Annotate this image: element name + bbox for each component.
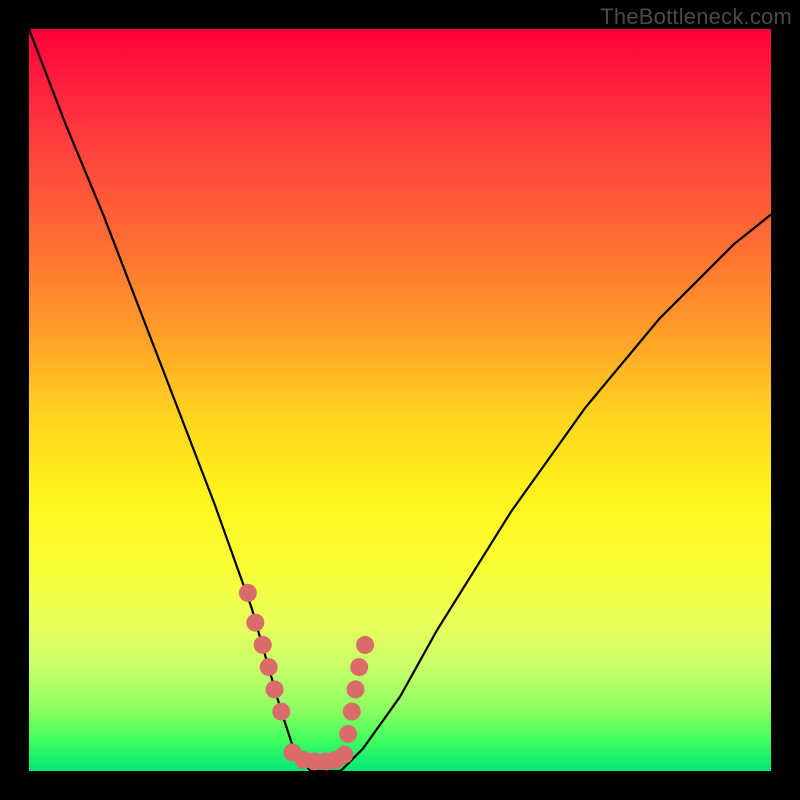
watermark-label: TheBottleneck.com	[600, 4, 792, 30]
plot-area	[29, 29, 771, 771]
chart-frame: TheBottleneck.com	[0, 0, 800, 800]
